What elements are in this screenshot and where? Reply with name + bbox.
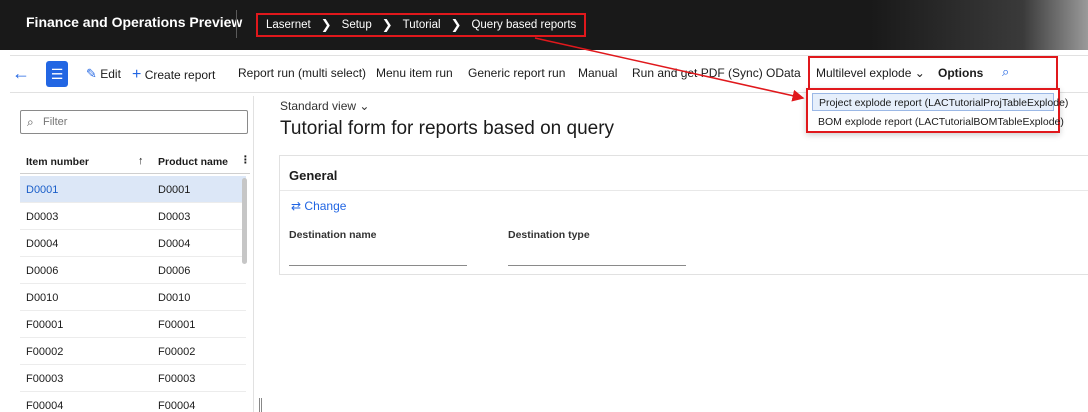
edit-label: Edit	[100, 67, 121, 81]
pencil-icon: ✎	[86, 66, 97, 81]
breadcrumb-item-setup[interactable]: Setup	[342, 19, 372, 31]
table-row[interactable]: F00002 F00002	[20, 338, 246, 365]
odata-button[interactable]: OData	[766, 66, 801, 80]
filter-input[interactable]	[43, 114, 239, 130]
multilevel-explode-menu: Project explode report (LACTutorialProjT…	[806, 88, 1068, 133]
cell-item-number[interactable]: D0006	[26, 265, 58, 277]
column-options-icon[interactable]: ⋮	[240, 154, 251, 166]
cell-product-name: D0004	[158, 238, 191, 250]
app-title[interactable]: Finance and Operations Preview	[26, 14, 242, 30]
hamburger-icon[interactable]: ☰	[46, 61, 68, 87]
cell-product-name: F00003	[158, 373, 196, 385]
breadcrumb-item-tutorial[interactable]: Tutorial	[403, 19, 441, 31]
table-row[interactable]: F00004 F00004	[20, 392, 246, 412]
cell-product-name: F00002	[158, 346, 196, 358]
chevron-right-icon: ❯	[381, 17, 393, 32]
cell-product-name: F00004	[158, 400, 196, 412]
menu-item-run-button[interactable]: Menu item run	[376, 66, 453, 80]
view-selector[interactable]: Standard view ⌄	[280, 99, 369, 113]
panel-splitter[interactable]	[259, 398, 262, 412]
create-report-label: Create report	[144, 68, 216, 82]
cell-product-name: D0006	[158, 265, 191, 277]
cell-item-number[interactable]: F00004	[26, 400, 63, 412]
cell-item-number[interactable]: D0004	[26, 238, 58, 250]
edit-button[interactable]: ✎ Edit	[86, 66, 121, 82]
cell-product-name: D0001	[158, 184, 191, 196]
cell-item-number[interactable]: F00003	[26, 373, 63, 385]
cell-product-name: D0003	[158, 211, 191, 223]
column-header-product-name[interactable]: Product name	[158, 156, 228, 168]
chevron-down-icon: ⌄	[359, 99, 370, 113]
table-row[interactable]: F00001 F00001	[20, 311, 246, 338]
breadcrumb: Lasernet ❯ Setup ❯ Tutorial ❯ Query base…	[256, 13, 587, 37]
table-row[interactable]: D0001 D0001	[20, 176, 246, 203]
column-header-item-number[interactable]: Item number	[26, 156, 89, 168]
table-row[interactable]: D0010 D0010	[20, 284, 246, 311]
table-row[interactable]: D0003 D0003	[20, 203, 246, 230]
menu-item-project-explode[interactable]: Project explode report (LACTutorialProjT…	[812, 93, 1068, 111]
table-row[interactable]: F00003 F00003	[20, 365, 246, 392]
destination-type-field[interactable]	[508, 246, 686, 266]
top-nav-bar: Finance and Operations Preview Lasernet …	[0, 0, 1088, 50]
cell-item-number[interactable]: D0003	[26, 211, 58, 223]
section-divider	[280, 190, 1088, 191]
chevron-right-icon: ❯	[320, 17, 332, 32]
manual-button[interactable]: Manual	[578, 66, 617, 80]
grid-header: Item number ↑ Product name ⋮	[20, 150, 251, 174]
table-row[interactable]: D0006 D0006	[20, 257, 246, 284]
generic-report-run-button[interactable]: Generic report run	[468, 66, 565, 80]
change-label: Change	[304, 199, 347, 213]
section-title-general[interactable]: General	[289, 168, 337, 183]
general-section: General ⇄ Change Destination name Destin…	[279, 155, 1088, 275]
table-row[interactable]: D0004 D0004	[20, 230, 246, 257]
destination-name-field[interactable]	[289, 246, 467, 266]
list-scrollbar[interactable]	[242, 178, 247, 264]
cell-item-number[interactable]: F00001	[26, 319, 63, 331]
page-title: Tutorial form for reports based on query	[280, 118, 615, 139]
breadcrumb-item-query-based-reports[interactable]: Query based reports	[471, 19, 576, 31]
cell-item-number[interactable]: D0010	[26, 292, 58, 304]
change-button[interactable]: ⇄ Change	[291, 199, 346, 213]
menu-item-bom-explode[interactable]: BOM explode report (LACTutorialBOMTableE…	[812, 113, 1064, 131]
nav-divider	[236, 10, 237, 38]
run-get-pdf-button[interactable]: Run and get PDF (Sync)	[632, 66, 763, 80]
plus-icon: +	[132, 66, 142, 83]
destination-type-label: Destination type	[508, 229, 590, 241]
search-icon: ⌕	[27, 115, 34, 129]
report-run-multi-button[interactable]: Report run (multi select)	[238, 66, 366, 80]
swap-icon: ⇄	[291, 199, 302, 213]
back-arrow-icon[interactable]: ←	[12, 63, 30, 84]
breadcrumb-item-lasernet[interactable]: Lasernet	[266, 19, 311, 31]
annotation-highlight-box	[808, 56, 1058, 92]
chevron-right-icon: ❯	[450, 17, 462, 32]
view-name: Standard view	[280, 99, 357, 113]
cell-item-number[interactable]: F00002	[26, 346, 63, 358]
filter-box: ⌕	[20, 110, 248, 134]
destination-name-label: Destination name	[289, 229, 377, 241]
cell-product-name: F00001	[158, 319, 196, 331]
item-list-panel: ⌕ Item number ↑ Product name ⋮ D0001D000…	[16, 96, 254, 412]
cell-product-name: D0010	[158, 292, 191, 304]
sort-ascending-icon: ↑	[138, 155, 144, 167]
create-report-button[interactable]: + Create report	[132, 66, 215, 84]
cell-item-number[interactable]: D0001	[26, 184, 58, 196]
